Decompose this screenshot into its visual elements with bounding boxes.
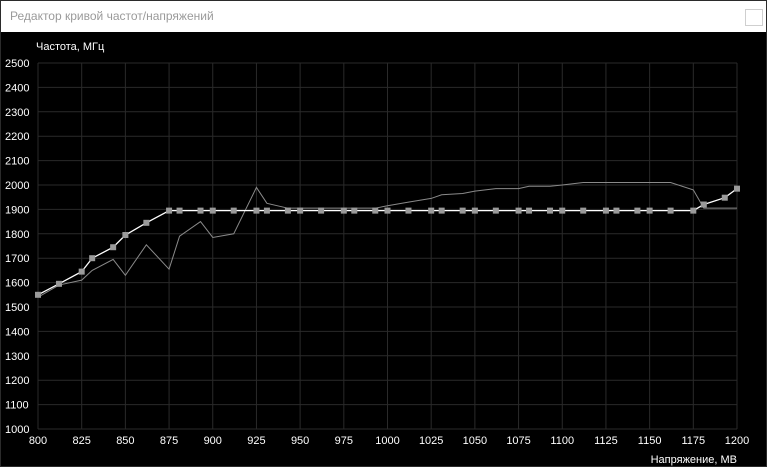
y-tick-label: 1900 [5,204,29,216]
x-tick-label: 1125 [594,435,618,447]
curve-point-handle[interactable] [515,207,522,214]
curve-point-handle[interactable] [372,207,379,214]
y-tick-label: 1400 [5,326,29,338]
y-tick-label: 1500 [5,302,29,314]
curve-point-handle[interactable] [471,207,478,214]
x-tick-label: 925 [247,435,265,447]
y-tick-label: 1000 [5,424,29,436]
curve-point-handle[interactable] [122,232,129,239]
curve-point-handle[interactable] [384,207,391,214]
grid-lines [37,62,738,430]
window-title: Редактор кривой частот/напряжений [10,9,214,23]
curve-point-handle[interactable] [340,207,347,214]
y-axis-label: Частота, МГц [36,41,105,53]
y-tick-label: 2000 [5,180,29,192]
curve-point-handle[interactable] [526,207,533,214]
x-tick-label: 800 [29,435,47,447]
y-tick-label: 2100 [5,156,29,168]
curve-point-handle[interactable] [547,207,554,214]
x-tick-label: 1200 [725,435,749,447]
curve-point-handle[interactable] [263,207,270,214]
frequency-voltage-chart[interactable]: 1000 1100 1200 1300 1400 1500 1600 1700 1800 1900… [1,32,766,467]
curve-point-handle[interactable] [176,207,183,214]
y-tick-label: 1600 [5,278,29,290]
curve-point-handle[interactable] [559,207,566,214]
curve-point-handle[interactable] [459,207,466,214]
y-tick-label: 1700 [5,253,29,265]
x-axis-tick-labels: 800 825 850 875 900 925 950 975 1000 1025 1050 1075… [29,435,749,447]
curve-point-handle[interactable] [700,201,707,208]
close-button[interactable] [745,9,763,26]
curve-point-handle[interactable] [55,280,62,287]
x-tick-label: 875 [160,435,178,447]
x-tick-label: 850 [116,435,134,447]
y-axis-tick-labels: 1000 1100 1200 1300 1400 1500 1600 1700 1800 1900… [5,58,29,436]
x-tick-label: 900 [204,435,222,447]
curve-point-handle[interactable] [613,207,620,214]
curve-point-handle[interactable] [667,207,674,214]
curve-editor-window: Редактор кривой частот/напряжений 1000 11… [0,0,767,467]
curve-point-handle[interactable] [297,207,304,214]
curve-point-handle[interactable] [89,255,96,262]
x-tick-label: 1100 [550,435,574,447]
x-tick-label: 1150 [638,435,662,447]
x-tick-label: 1075 [506,435,530,447]
curve-point-handle[interactable] [318,207,325,214]
x-axis-label: Напряжение, МВ [651,454,737,466]
curve-point-handle[interactable] [110,244,117,251]
curve-point-handle[interactable] [166,207,173,214]
y-tick-label: 2300 [5,107,29,119]
x-tick-label: 1050 [463,435,487,447]
curve-point-handle[interactable] [734,185,740,192]
x-tick-label: 975 [335,435,353,447]
curve-point-handle[interactable] [428,207,435,214]
curve-point-handle[interactable] [721,194,728,201]
curve-point-handle[interactable] [197,207,204,214]
curve-point-handle[interactable] [405,207,412,214]
curve-point-handle[interactable] [634,207,641,214]
curve-point-handle[interactable] [580,207,587,214]
y-tick-label: 2500 [5,58,29,70]
x-tick-label: 825 [73,435,91,447]
x-tick-label: 1025 [419,435,443,447]
y-tick-label: 1800 [5,229,29,241]
curve-point-handle[interactable] [284,207,291,214]
y-tick-label: 1300 [5,351,29,363]
curve-point-handle[interactable] [438,207,445,214]
x-tick-label: 1175 [681,435,705,447]
x-tick-label: 1000 [375,435,399,447]
curve-point-handle[interactable] [602,207,609,214]
curve-point-handle[interactable] [351,207,358,214]
y-tick-label: 1200 [5,375,29,387]
y-tick-label: 2200 [5,131,29,143]
curve-point-handle[interactable] [78,268,85,275]
y-tick-label: 1100 [5,400,29,412]
curve-point-handle[interactable] [35,291,41,298]
curve-point-handle[interactable] [209,207,216,214]
curve-point-handle[interactable] [690,207,697,214]
curve-point-handle[interactable] [230,207,237,214]
curve-point-handle[interactable] [492,207,499,214]
curve-point-handle[interactable] [143,219,150,226]
curve-point-handle[interactable] [646,207,653,214]
curve-point-handle[interactable] [253,207,260,214]
x-tick-label: 950 [291,435,309,447]
title-bar[interactable]: Редактор кривой частот/напряжений [1,1,766,32]
y-tick-label: 2400 [5,82,29,94]
